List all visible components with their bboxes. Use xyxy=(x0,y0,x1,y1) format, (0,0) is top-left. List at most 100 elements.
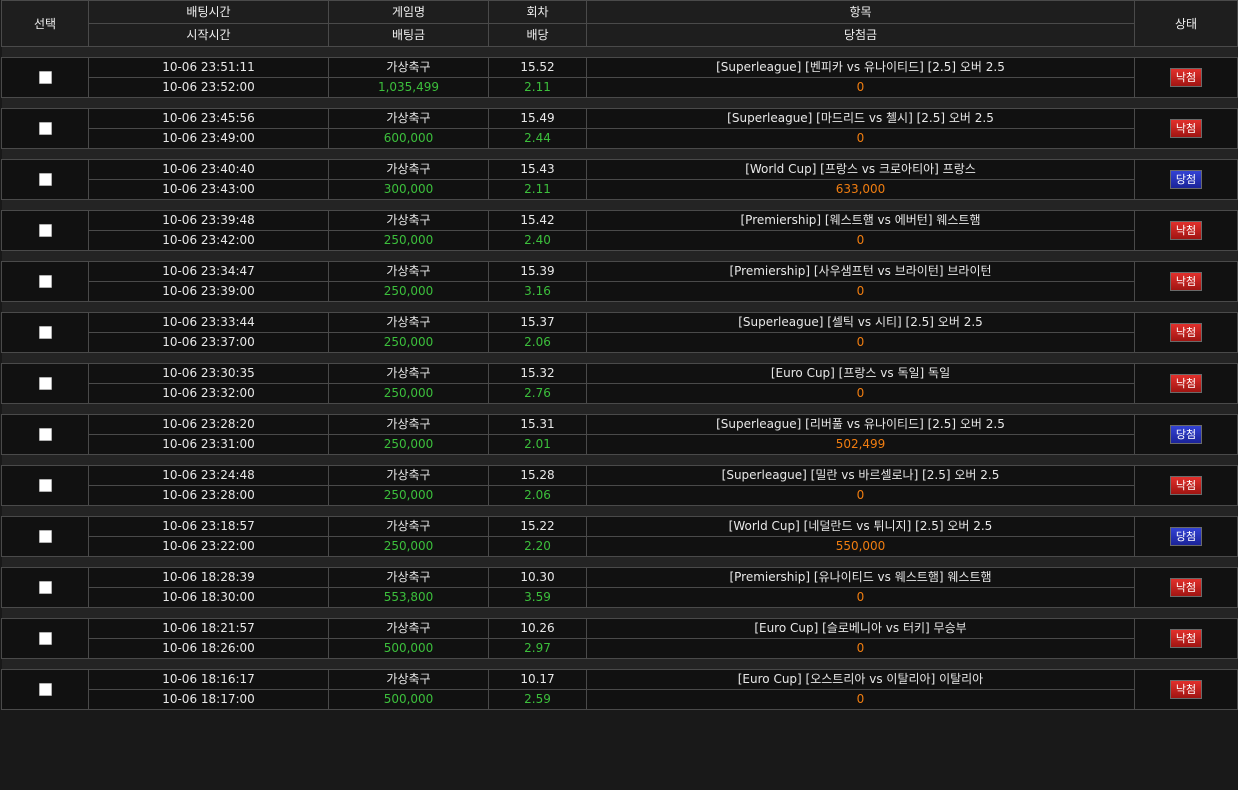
header-round: 회차 xyxy=(488,0,587,24)
status-badge: 당첨 xyxy=(1170,170,1202,189)
start-time-cell: 10-06 18:17:00 xyxy=(88,689,329,710)
status-badge: 낙첨 xyxy=(1170,680,1202,699)
select-cell xyxy=(1,414,89,455)
row-spacer-cell xyxy=(1,148,1238,160)
select-checkbox[interactable] xyxy=(38,275,52,288)
round-cell: 15.43 xyxy=(488,159,587,180)
game-name-cell: 가상축구 xyxy=(328,618,489,639)
status-badge: 당첨 xyxy=(1170,425,1202,444)
game-name-cell: 가상축구 xyxy=(328,108,489,129)
odds-cell: 2.06 xyxy=(488,332,587,353)
game-name-cell: 가상축구 xyxy=(328,159,489,180)
game-name-cell: 가상축구 xyxy=(328,669,489,690)
bet-amount-cell: 250,000 xyxy=(328,383,489,404)
row-spacer-cell xyxy=(1,352,1238,364)
item-cell: [Superleague] [마드리드 vs 첼시] [2.5] 오버 2.5 xyxy=(586,108,1135,129)
select-checkbox[interactable] xyxy=(38,530,52,543)
select-checkbox[interactable] xyxy=(38,224,52,237)
win-amount-cell: 0 xyxy=(586,77,1135,98)
bet-time-cell: 10-06 23:30:35 xyxy=(88,363,329,384)
row-spacer-cell xyxy=(1,505,1238,517)
bet-row-top: 10-06 18:28:39 가상축구 10.30 [Premiership] [유나… xyxy=(1,567,1238,608)
select-cell xyxy=(1,261,89,302)
bet-row-top: 10-06 18:21:57 가상축구 10.26 [Euro Cup] [슬로베니아… xyxy=(1,618,1238,659)
bet-row-bottom: 10-06 23:39:00 250,000 3.16 0 xyxy=(2,281,1238,302)
item-cell: [Euro Cup] [프랑스 vs 독일] 독일 xyxy=(586,363,1135,384)
win-amount-cell: 550,000 xyxy=(586,536,1135,557)
status-cell: 낙첨 xyxy=(1134,567,1238,608)
select-checkbox[interactable] xyxy=(38,122,52,135)
status-cell: 낙첨 xyxy=(1134,261,1238,302)
win-amount-cell: 502,499 xyxy=(586,434,1135,455)
win-amount-cell: 0 xyxy=(586,587,1135,608)
item-cell: [Superleague] [리버풀 vs 유나이티드] [2.5] 오버 2.… xyxy=(586,414,1135,435)
win-amount-cell: 0 xyxy=(586,689,1135,710)
win-amount-cell: 0 xyxy=(586,230,1135,251)
game-name-cell: 가상축구 xyxy=(328,312,489,333)
bet-row-top: 10-06 23:18:57 가상축구 15.22 [World Cup] [네덜란드… xyxy=(1,516,1238,557)
bet-amount-cell: 250,000 xyxy=(328,434,489,455)
game-name-cell: 가상축구 xyxy=(328,567,489,588)
item-cell: [World Cup] [네덜란드 vs 튀니지] [2.5] 오버 2.5 xyxy=(586,516,1135,537)
odds-cell: 2.11 xyxy=(488,77,587,98)
bet-amount-cell: 250,000 xyxy=(328,536,489,557)
select-checkbox[interactable] xyxy=(38,581,52,594)
item-cell: [Superleague] [벤피카 vs 유나이티드] [2.5] 오버 2.… xyxy=(586,57,1135,78)
select-checkbox[interactable] xyxy=(38,173,52,186)
row-spacer-cell xyxy=(1,250,1238,262)
status-badge: 낙첨 xyxy=(1170,68,1202,87)
start-time-cell: 10-06 23:49:00 xyxy=(88,128,329,149)
round-cell: 15.32 xyxy=(488,363,587,384)
select-checkbox[interactable] xyxy=(38,377,52,390)
bet-row-bottom: 10-06 23:49:00 600,000 2.44 0 xyxy=(2,128,1238,149)
bet-time-cell: 10-06 23:39:48 xyxy=(88,210,329,231)
select-cell xyxy=(1,57,89,98)
select-cell xyxy=(1,312,89,353)
select-checkbox[interactable] xyxy=(38,479,52,492)
select-checkbox[interactable] xyxy=(38,683,52,696)
bet-row-bottom: 10-06 23:28:00 250,000 2.06 0 xyxy=(2,485,1238,506)
bet-amount-cell: 1,035,499 xyxy=(328,77,489,98)
status-cell: 낙첨 xyxy=(1134,210,1238,251)
status-cell: 낙첨 xyxy=(1134,363,1238,404)
status-badge: 낙첨 xyxy=(1170,221,1202,240)
select-cell xyxy=(1,210,89,251)
odds-cell: 2.59 xyxy=(488,689,587,710)
bet-time-cell: 10-06 23:24:48 xyxy=(88,465,329,486)
item-cell: [World Cup] [프랑스 vs 크로아티아] 프랑스 xyxy=(586,159,1135,180)
bet-row-top: 10-06 23:34:47 가상축구 15.39 [Premiership] [사우… xyxy=(1,261,1238,302)
start-time-cell: 10-06 23:31:00 xyxy=(88,434,329,455)
bet-history-body: 선택 배팅시간 게임명 회차 항목 상태 시작시간 배팅금 배당 당첨금 10-… xyxy=(1,0,1238,710)
start-time-cell: 10-06 23:43:00 xyxy=(88,179,329,200)
win-amount-cell: 0 xyxy=(586,332,1135,353)
header-bet-time: 배팅시간 xyxy=(88,0,329,24)
bet-amount-cell: 500,000 xyxy=(328,689,489,710)
start-time-cell: 10-06 18:26:00 xyxy=(88,638,329,659)
win-amount-cell: 0 xyxy=(586,281,1135,302)
odds-cell: 3.16 xyxy=(488,281,587,302)
bet-row-bottom: 10-06 23:22:00 250,000 2.20 550,000 xyxy=(2,536,1238,557)
select-checkbox[interactable] xyxy=(38,428,52,441)
status-cell: 낙첨 xyxy=(1134,57,1238,98)
select-checkbox[interactable] xyxy=(38,632,52,645)
round-cell: 15.49 xyxy=(488,108,587,129)
bet-row-bottom: 10-06 18:17:00 500,000 2.59 0 xyxy=(2,689,1238,710)
round-cell: 10.26 xyxy=(488,618,587,639)
bet-row-bottom: 10-06 23:43:00 300,000 2.11 633,000 xyxy=(2,179,1238,200)
bet-amount-cell: 250,000 xyxy=(328,281,489,302)
start-time-cell: 10-06 23:52:00 xyxy=(88,77,329,98)
win-amount-cell: 0 xyxy=(586,638,1135,659)
bet-row-top: 10-06 23:30:35 가상축구 15.32 [Euro Cup] [프랑스 v… xyxy=(1,363,1238,404)
header-status: 상태 xyxy=(1134,0,1238,47)
start-time-cell: 10-06 23:39:00 xyxy=(88,281,329,302)
bet-time-cell: 10-06 23:45:56 xyxy=(88,108,329,129)
odds-cell: 2.11 xyxy=(488,179,587,200)
bet-amount-cell: 553,800 xyxy=(328,587,489,608)
select-checkbox[interactable] xyxy=(38,71,52,84)
round-cell: 15.31 xyxy=(488,414,587,435)
select-checkbox[interactable] xyxy=(38,326,52,339)
row-spacer-cell xyxy=(1,607,1238,619)
status-badge: 낙첨 xyxy=(1170,374,1202,393)
select-cell xyxy=(1,567,89,608)
header-row-bottom: 시작시간 배팅금 배당 당첨금 xyxy=(2,23,1238,47)
